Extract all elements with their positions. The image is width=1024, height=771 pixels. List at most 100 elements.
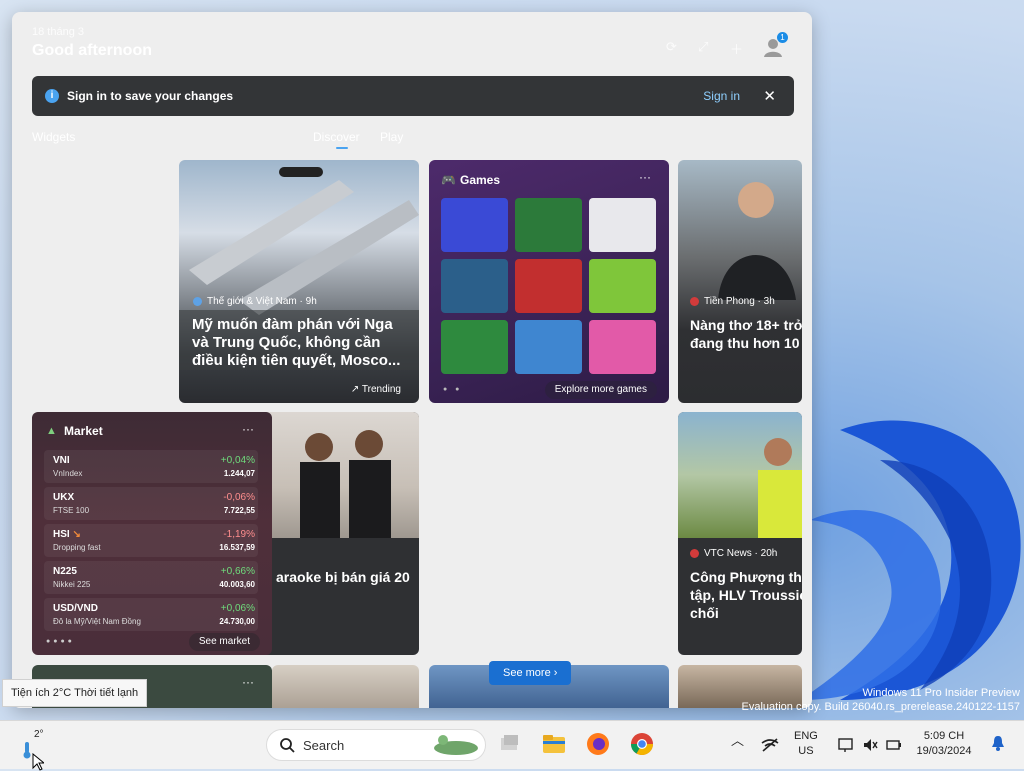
show-hidden-icons-chevron-icon[interactable]: ︿ [731,733,744,748]
network-disconnected-icon[interactable] [760,737,780,753]
game-tile-candy[interactable] [589,320,656,374]
mouse-cursor-icon [32,753,44,771]
game-tile-match[interactable] [589,259,656,313]
globe-icon [193,297,202,306]
ticker-name-text: HSI [53,529,70,540]
search-highlight-icon [434,735,478,755]
see-more-label: See more [503,667,551,679]
market-row[interactable]: UKX FTSE 100 -0,06% 7.722,55 [44,487,258,520]
volume-muted-icon[interactable] [862,737,878,753]
add-widget-icon[interactable]: ＋ [730,39,746,57]
more-options-icon[interactable]: ··· [639,170,651,184]
ticker-name: USD/VND [53,603,99,614]
news-card-main[interactable]: Thế giới & Việt Nam · 9h Mỹ muốn đàm phá… [179,160,419,403]
games-title: Games [460,173,501,187]
close-icon[interactable]: ✕ [763,87,776,105]
search-icon [280,738,295,753]
news-card-right-bottom[interactable]: VTC News · 20h Công Phượng th tập, HLV T… [678,412,802,655]
game-tile-solitaire[interactable] [515,198,582,252]
game-tile-mahjong[interactable] [589,198,656,252]
info-icon: i [45,89,59,103]
ticker-change: +0,06% [220,603,255,614]
games-icon: 🎮 [441,173,456,187]
explore-games-button[interactable]: Explore more games [544,381,657,399]
file-explorer-icon[interactable] [541,731,567,757]
ticker-value: 24.730,00 [219,617,255,626]
carousel-dots[interactable] [279,167,323,177]
notification-badge: 1 [777,32,788,43]
ticker-name: VNI [53,455,70,466]
more-options-icon[interactable]: ··· [242,675,254,689]
ticker-sub: VnIndex [53,469,83,478]
signin-banner: i Sign in to save your changes Sign in ✕ [32,76,794,116]
game-tile-cards[interactable] [441,320,508,374]
trending-text: Trending [361,384,401,395]
see-market-button[interactable]: See market [188,633,260,651]
ticker-name: UKX [53,492,75,503]
ticker-sub: Dropping fast [53,543,101,552]
see-more-button[interactable]: See more › [489,661,572,685]
widgets-board: 18 tháng 3 Good afternoon ⟳ ⤢ ＋ 1 i Sign… [12,12,812,708]
news-card-right-top[interactable]: Tiền Phong · 3h Nàng thơ 18+ trở đang th… [678,160,802,403]
market-row[interactable]: USD/VND Đô la Mỹ/Việt Nam Đồng +0,06% 24… [44,598,258,631]
news-headline: Nàng thơ 18+ trở đang thu hơn 10 Việt [690,317,802,351]
news-source: Thế giới & Việt Nam · 9h [193,296,317,307]
notification-bell-icon[interactable] [990,735,1006,751]
tab-discover[interactable]: Discover [313,130,360,144]
wallpaper-bloom [800,420,1021,700]
language-indicator[interactable]: ENG US [794,729,818,759]
tab-widgets[interactable]: Widgets [32,130,75,144]
search-label: Search [303,738,345,753]
refresh-icon[interactable]: ⟳ [666,39,682,55]
news-card-bottom-2[interactable] [272,665,419,708]
market-pager[interactable]: ●●●● [46,638,75,645]
task-view-icon[interactable] [497,731,523,757]
chart-icon: ▲ [46,425,57,437]
game-tile-character[interactable] [515,320,582,374]
widgets-header: 18 tháng 3 Good afternoon [32,26,152,60]
header-actions: ⟳ ⤢ ＋ 1 [666,32,788,58]
taskbar: 2° Search ︿ ENG US 5:09 CH 19/03/2024 [0,720,1024,771]
games-pager[interactable]: ● ● [443,386,462,393]
clock-time: 5:09 CH [923,730,965,742]
watermark-line1: Windows 11 Pro Insider Preview [862,687,1020,699]
ticker-value: 40.003,60 [219,580,255,589]
battery-icon[interactable] [886,737,902,753]
games-widget[interactable]: 🎮 Games ··· ● ● Explore more games [429,160,669,403]
person-photo [718,182,796,300]
profile-avatar[interactable]: 1 [762,32,788,58]
weather-tooltip: Tiện ích 2°C Thời tiết lạnh [2,679,148,707]
game-tile-spider[interactable] [515,259,582,313]
firefox-icon[interactable] [585,731,611,757]
signin-link[interactable]: Sign in [703,89,740,103]
weather-widget-button[interactable]: 2° [14,727,50,771]
ticker-change: +0,04% [220,455,255,466]
source-logo-icon [690,549,699,558]
chrome-icon[interactable] [629,731,655,757]
news-source-text: Tiền Phong · 3h [704,296,775,307]
news-source-text: Thế giới & Việt Nam · 9h [207,296,317,307]
game-tile-2048[interactable] [441,198,508,252]
display-icon[interactable] [838,737,854,753]
market-widget[interactable]: ▲ Market ··· VNI VnIndex +0,04% 1.244,07… [32,412,272,655]
market-title: Market [64,424,103,438]
expand-icon[interactable]: ⤢ [698,39,714,55]
tab-indicator [336,147,348,149]
taskbar-search[interactable]: Search [266,729,486,761]
market-row[interactable]: N225 Nikkei 225 +0,66% 40.003,60 [44,561,258,594]
clock[interactable]: 5:09 CH 19/03/2024 [916,729,972,759]
market-row[interactable]: VNI VnIndex +0,04% 1.244,07 [44,450,258,483]
clock-date: 19/03/2024 [916,745,972,757]
signin-message: Sign in to save your changes [67,89,234,103]
market-row[interactable]: HSI ↘ Dropping fast -1,19% 16.537,59 [44,524,258,557]
ticker-sub: Đô la Mỹ/Việt Nam Đồng [53,617,141,626]
tab-play[interactable]: Play [380,130,403,144]
ticker-value: 7.722,55 [223,506,255,515]
ticker-sub: Nikkei 225 [53,580,91,589]
more-options-icon[interactable]: ··· [242,422,254,436]
ticker-value: 16.537,59 [219,543,255,552]
windows-watermark: Windows 11 Pro Insider Preview Evaluatio… [742,686,1020,714]
trend-down-icon: ↘ [72,529,81,540]
trending-label: ↗ Trending [350,384,401,395]
game-tile-bubble[interactable] [441,259,508,313]
